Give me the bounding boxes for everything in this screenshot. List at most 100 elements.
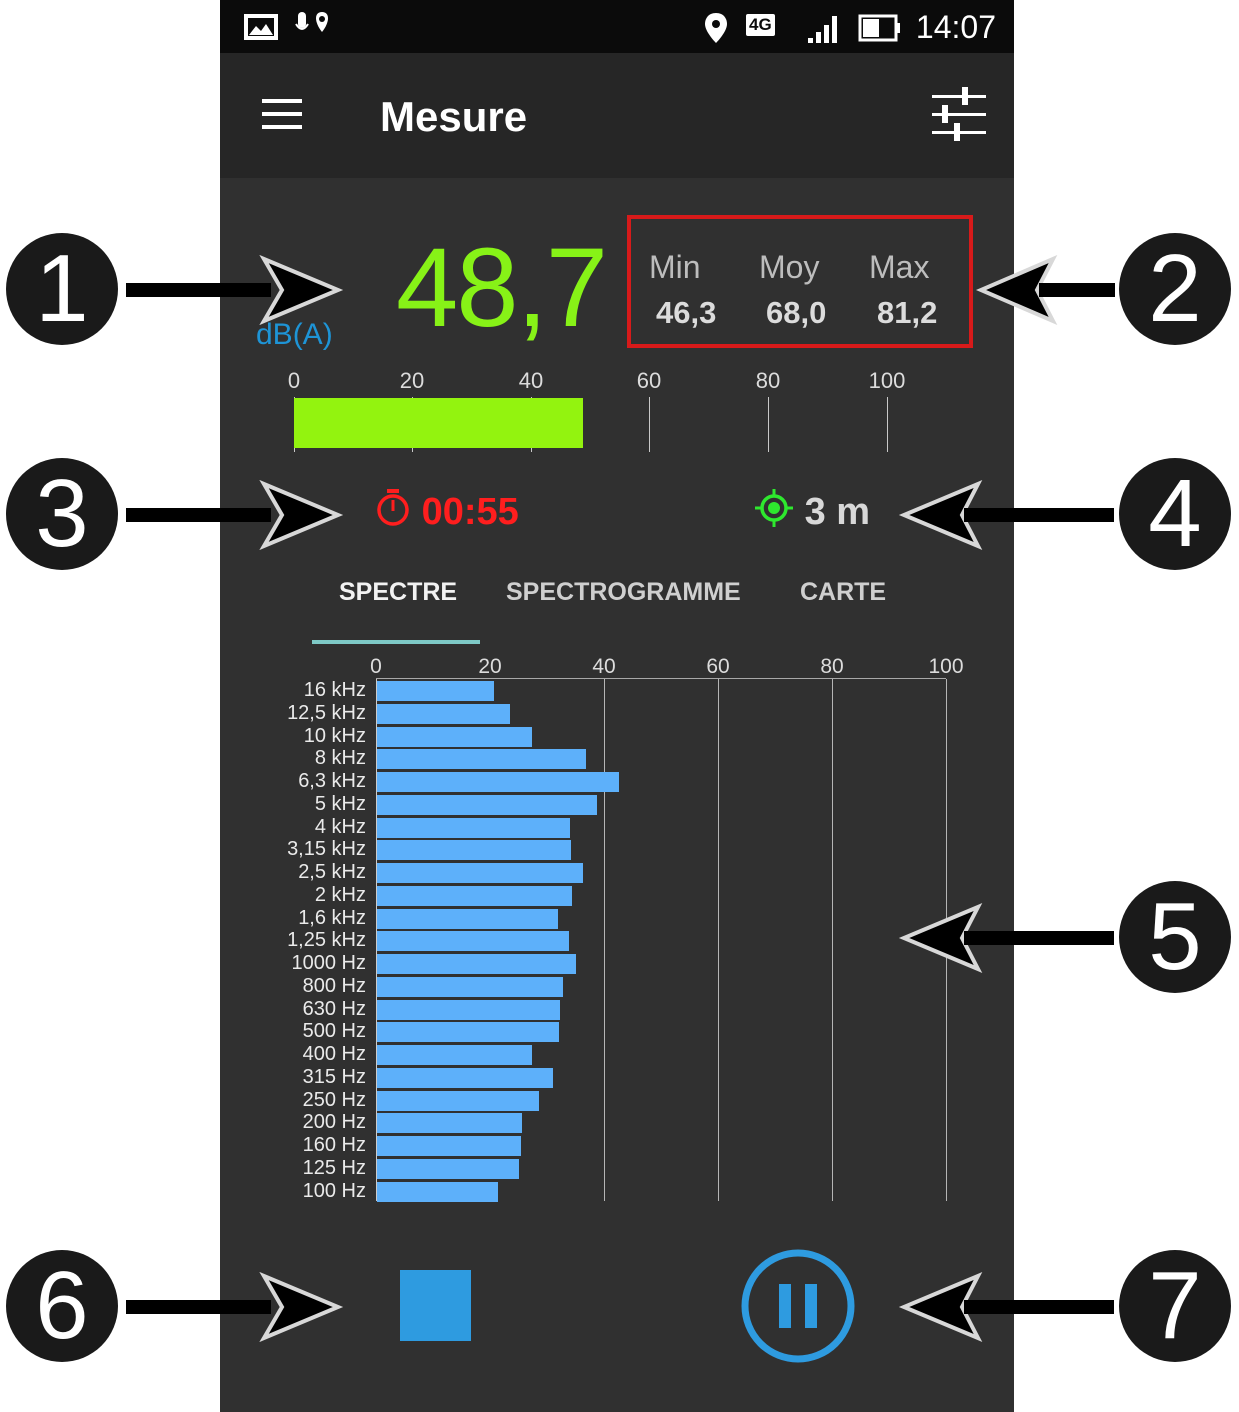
band-label: 6,3 kHz: [298, 770, 366, 792]
stat-min-label: Min: [649, 249, 701, 285]
band-label: 8 kHz: [314, 747, 366, 770]
band-label: 1,6 kHz: [298, 906, 366, 929]
gallery-notification-icon: [244, 14, 278, 40]
stopwatch-icon: [377, 489, 409, 526]
spectrum-tick-label: 80: [820, 655, 844, 678]
stat-avg-label: Moy: [759, 249, 820, 285]
band-label: 315 Hz: [302, 1065, 366, 1088]
band-bar: [377, 954, 576, 974]
band-label: 800 Hz: [302, 974, 366, 997]
spectrum-tick-label: 0: [370, 655, 382, 678]
band-bar: [377, 1045, 533, 1065]
band-label: 160 Hz: [302, 1134, 366, 1156]
band-bar: [377, 703, 510, 724]
band-label: 250 Hz: [302, 1088, 366, 1111]
status-time: 14:07: [915, 9, 996, 45]
band-bar: [377, 1181, 498, 1202]
arrow-7: [898, 1272, 1114, 1342]
gauge-tick-label: 60: [636, 368, 662, 393]
band-label: 12,5 kHz: [287, 701, 366, 724]
band-label: 100 Hz: [302, 1179, 366, 1202]
band-bar: [377, 1022, 560, 1043]
spectrum-gridline: [604, 679, 605, 1201]
band-bar: [377, 1158, 519, 1179]
band-bar: [377, 726, 533, 747]
battery-icon: [858, 14, 900, 42]
arrow-6: [126, 1272, 344, 1342]
band-bar: [377, 908, 558, 929]
tab-spectrogramme[interactable]: SPECTROGRAMME: [506, 578, 741, 607]
band-bar: [377, 1067, 554, 1088]
band-label: 10 kHz: [303, 724, 366, 747]
settings-button[interactable]: [928, 85, 990, 147]
pause-button[interactable]: [739, 1247, 857, 1365]
band-label: 1,25 kHz: [287, 929, 366, 952]
callout-2: 2: [1119, 233, 1231, 345]
band-bar: [377, 817, 570, 838]
band-bar: [377, 772, 619, 792]
arrow-2: [975, 255, 1115, 325]
band-bar: [377, 931, 569, 952]
gauge-tick-label: 0: [287, 368, 301, 393]
stats-box: Min 46,3 Moy 68,0 Max 81,2: [627, 215, 973, 348]
callout-3: 3: [6, 458, 118, 570]
band-label: 125 Hz: [302, 1156, 366, 1179]
voice-location-icon: [295, 12, 328, 32]
gauge-gridline: [768, 397, 769, 452]
callout-7: 7: [1119, 1250, 1231, 1362]
callout-5: 5: [1119, 881, 1231, 993]
status-bar: 4G 14:07: [220, 0, 1014, 53]
spectrum-tick-label: 40: [592, 655, 616, 678]
band-label: 630 Hz: [302, 997, 366, 1020]
callout-6: 6: [6, 1250, 118, 1362]
band-bar: [377, 1136, 521, 1156]
spectrum-top-axis: [376, 678, 946, 679]
arrow-5: [898, 903, 1114, 973]
arrow-3: [126, 480, 344, 550]
spectrum-tick-label: 20: [478, 655, 502, 678]
gps-target-icon: [755, 489, 793, 527]
sliders-settings-icon: [932, 87, 986, 141]
band-label: 200 Hz: [302, 1111, 366, 1134]
gps-accuracy: 3 m: [754, 488, 870, 534]
band-bar: [377, 976, 563, 997]
stat-max-value: 81,2: [877, 295, 938, 330]
spectrum-tick-label: 60: [706, 655, 730, 678]
band-bar: [377, 749, 587, 770]
gauge-tick-label: 20: [399, 368, 425, 393]
tab-active-indicator: [312, 640, 480, 644]
callout-1: 1: [6, 233, 118, 345]
sound-level-value: 48,7: [396, 225, 608, 350]
stat-avg-value: 68,0: [766, 295, 827, 330]
band-label: 16 kHz: [303, 679, 366, 701]
gauge-gridline: [649, 397, 650, 452]
band-label: 400 Hz: [302, 1043, 366, 1065]
tab-carte[interactable]: CARTE: [800, 578, 886, 607]
band-bar: [377, 840, 571, 861]
callout-4: 4: [1119, 458, 1231, 570]
gauge-tick-label: 100: [868, 368, 906, 393]
band-label: 4 kHz: [314, 815, 366, 838]
signal-icon: [808, 16, 837, 43]
band-label: 3,15 kHz: [287, 838, 366, 861]
band-label: 2,5 kHz: [298, 861, 366, 883]
timer-value: 00:55: [421, 491, 519, 533]
menu-button[interactable]: [260, 93, 304, 137]
gauge-level-bar: [294, 398, 583, 448]
band-bar: [377, 885, 572, 906]
band-bar: [377, 999, 560, 1020]
hamburger-menu-icon: [262, 99, 302, 129]
page-title: Mesure: [380, 93, 528, 140]
network-type-badge: 4G: [746, 14, 775, 36]
band-label: 2 kHz: [314, 883, 366, 906]
stop-button[interactable]: [400, 1270, 471, 1341]
app-bar: Mesure: [220, 53, 1014, 178]
recording-timer: 00:55: [375, 488, 519, 534]
band-bar: [377, 863, 583, 883]
band-label: 1000 Hz: [291, 952, 367, 974]
gps-accuracy-value: 3 m: [804, 491, 871, 533]
band-bar: [377, 1113, 522, 1134]
band-bar: [377, 681, 494, 701]
band-bar: [377, 794, 598, 815]
tab-spectre[interactable]: SPECTRE: [339, 578, 457, 607]
